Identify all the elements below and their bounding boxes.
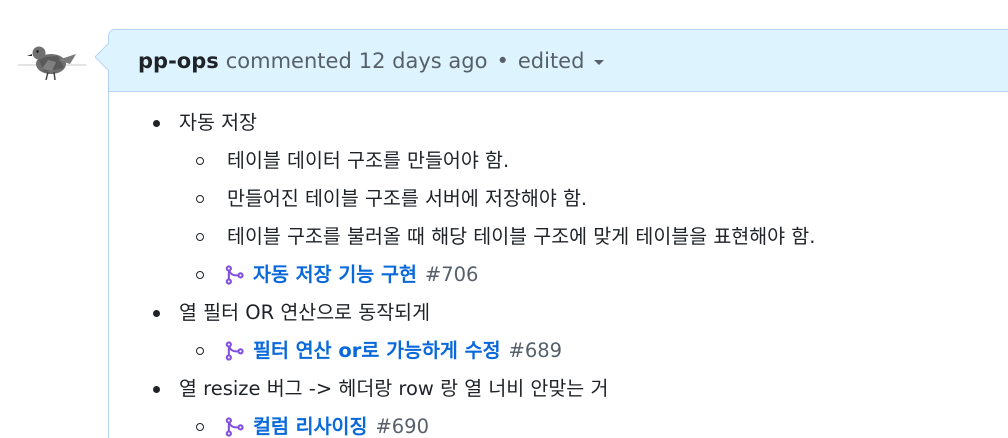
list-item: 열 필터 OR 연산으로 동작되게 필터 연산 or로 가능하게 수정 #689: [147, 294, 1008, 370]
comment-card: pp-ops commented 12 days ago • edited 자동…: [108, 29, 1008, 438]
comment-header: pp-ops commented 12 days ago • edited: [109, 30, 1008, 92]
git-merge-icon: [225, 417, 244, 437]
sub-list-item-text: 테이블 데이터 구조를 만들어야 함.: [227, 149, 510, 172]
edited-history-dropdown[interactable]: edited: [518, 49, 605, 73]
sub-list-item: 테이블 구조를 불러올 때 해당 테이블 구조에 맞게 테이블을 표현해야 함.: [179, 218, 1008, 256]
comment-author-link[interactable]: pp-ops: [138, 49, 219, 73]
pull-request-title[interactable]: 자동 저장 기능 구현: [253, 263, 417, 287]
comment-pointer: [95, 43, 109, 71]
edited-label: edited: [517, 48, 585, 73]
task-list: 자동 저장 테이블 데이터 구조를 만들어야 함. 만들어진 테이블 구조를 서…: [147, 104, 1008, 438]
sub-list: 필터 연산 or로 가능하게 수정 #689: [179, 332, 1008, 370]
comment-timestamp-link[interactable]: 12 days ago: [359, 49, 488, 73]
git-merge-icon: [225, 341, 244, 361]
pull-request-link[interactable]: 자동 저장 기능 구현 #706: [225, 263, 479, 287]
pull-request-number[interactable]: #689: [509, 339, 563, 363]
pigeon-icon: [18, 46, 86, 81]
caret-down-icon: [594, 60, 605, 65]
author-avatar[interactable]: [18, 38, 86, 86]
list-item-label: 열 resize 버그 -> 헤더랑 row 랑 열 너비 안맞는 거: [179, 377, 609, 400]
pull-request-title[interactable]: 필터 연산 or로 가능하게 수정: [253, 339, 501, 363]
list-item-label: 열 필터 OR 연산으로 동작되게: [179, 301, 431, 324]
comment-action-text: commented: [225, 48, 352, 73]
pull-request-link[interactable]: 필터 연산 or로 가능하게 수정 #689: [225, 339, 563, 363]
pull-request-number[interactable]: #690: [375, 415, 429, 438]
sub-list-item: 자동 저장 기능 구현 #706: [179, 256, 1008, 294]
git-merge-icon: [225, 265, 244, 285]
sub-list: 컬럼 리사이징 #690: [179, 408, 1008, 438]
list-item: 열 resize 버그 -> 헤더랑 row 랑 열 너비 안맞는 거 컬럼 리…: [147, 370, 1008, 438]
issue-timeline: pp-ops commented 12 days ago • edited 자동…: [0, 0, 1008, 438]
list-item: 자동 저장 테이블 데이터 구조를 만들어야 함. 만들어진 테이블 구조를 서…: [147, 104, 1008, 294]
pull-request-link[interactable]: 컬럼 리사이징 #690: [225, 415, 429, 438]
sub-list-item-text: 만들어진 테이블 구조를 서버에 저장해야 함.: [227, 187, 588, 210]
sub-list: 테이블 데이터 구조를 만들어야 함. 만들어진 테이블 구조를 서버에 저장해…: [179, 142, 1008, 294]
sub-list-item: 테이블 데이터 구조를 만들어야 함.: [179, 142, 1008, 180]
list-item-label: 자동 저장: [179, 111, 257, 134]
header-separator: •: [496, 48, 509, 73]
sub-list-item: 필터 연산 or로 가능하게 수정 #689: [179, 332, 1008, 370]
sub-list-item-text: 테이블 구조를 불러올 때 해당 테이블 구조에 맞게 테이블을 표현해야 함.: [227, 225, 816, 248]
sub-list-item: 만들어진 테이블 구조를 서버에 저장해야 함.: [179, 180, 1008, 218]
pull-request-title[interactable]: 컬럼 리사이징: [253, 415, 367, 438]
sub-list-item: 컬럼 리사이징 #690: [179, 408, 1008, 438]
comment-body: 자동 저장 테이블 데이터 구조를 만들어야 함. 만들어진 테이블 구조를 서…: [109, 92, 1008, 438]
pull-request-number[interactable]: #706: [425, 263, 479, 287]
